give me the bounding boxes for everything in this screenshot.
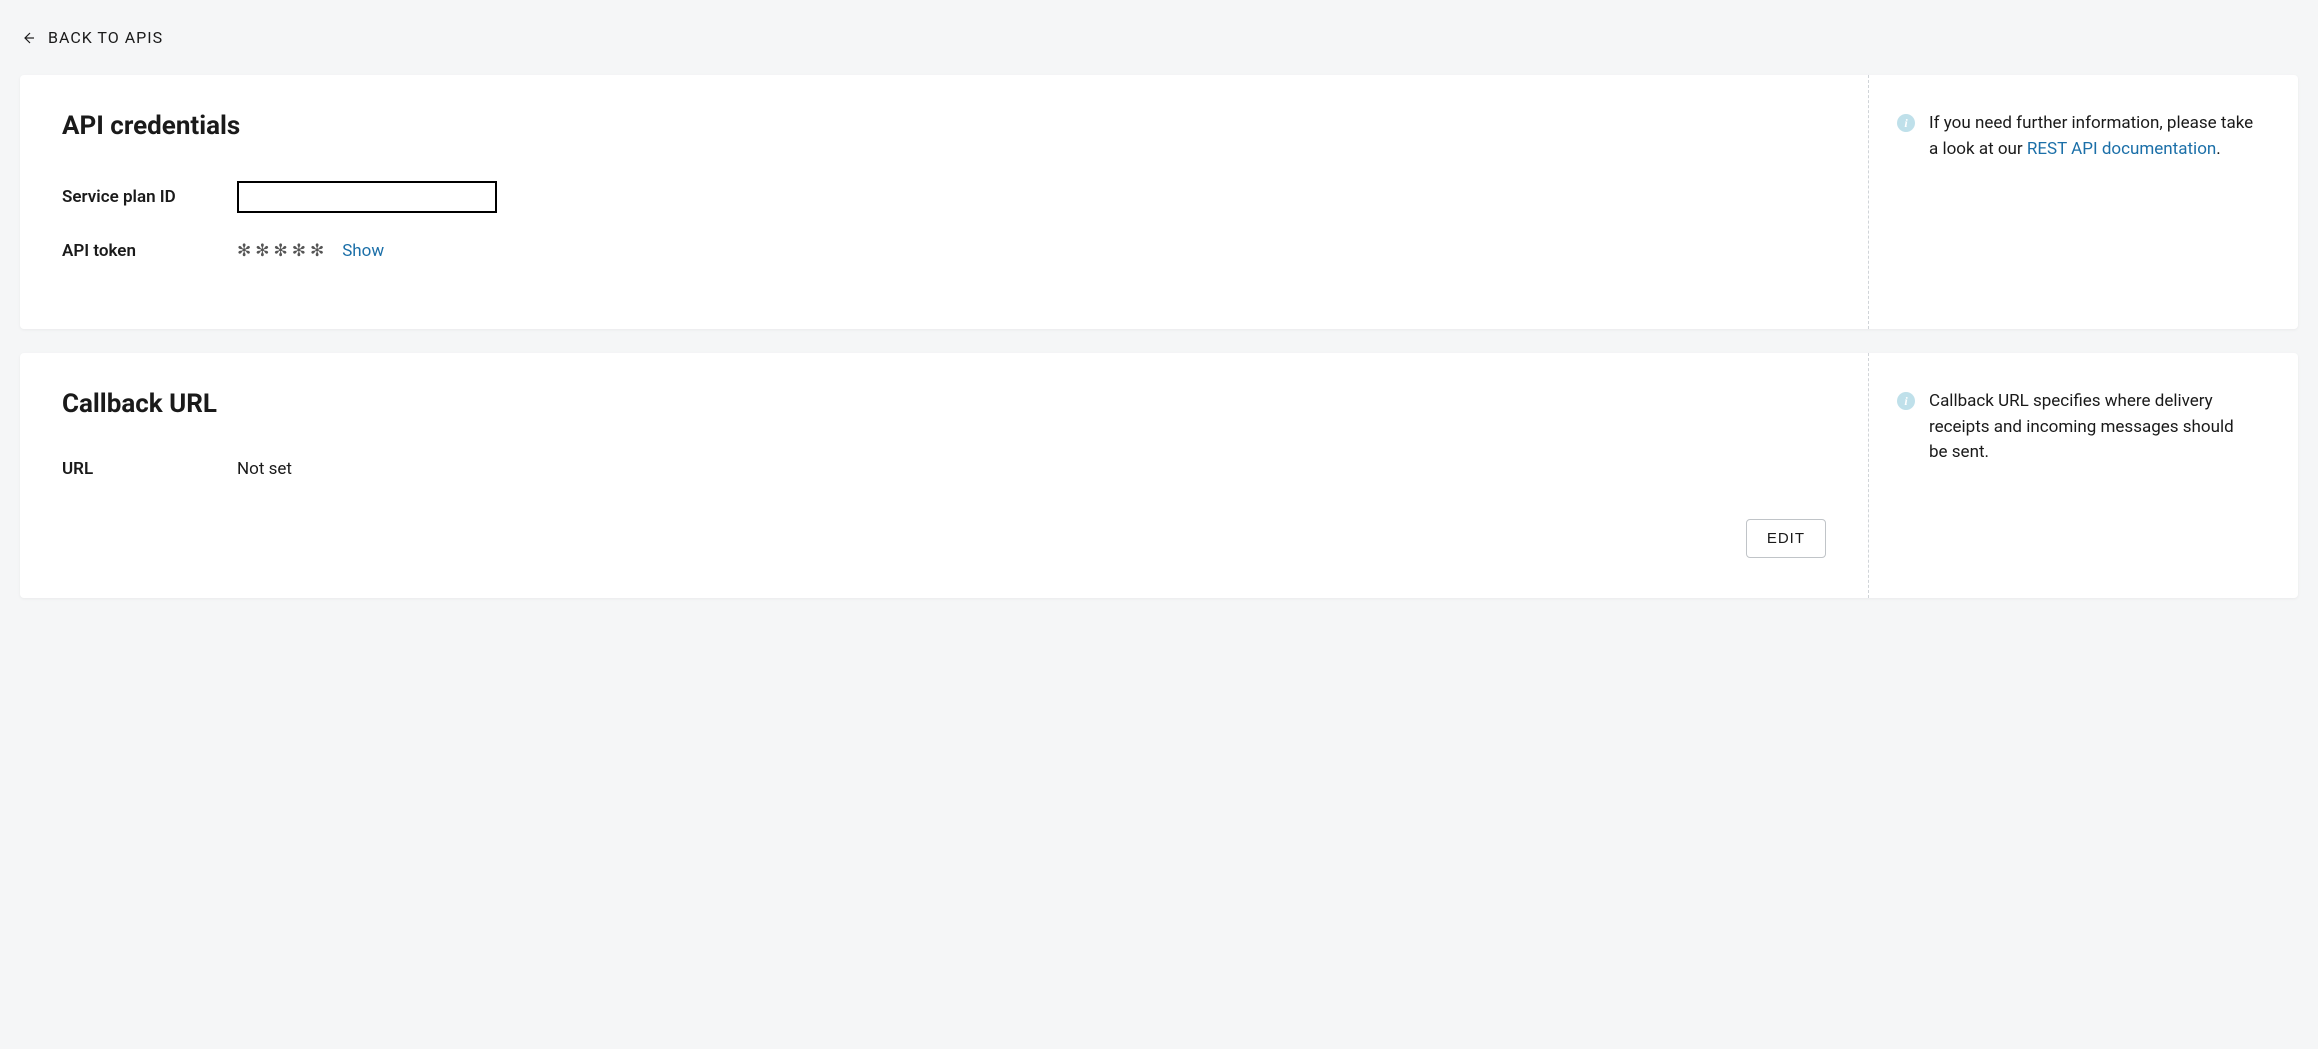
callback-url-info: i Callback URL specifies where delivery …	[1868, 353, 2298, 598]
api-credentials-title: API credentials	[62, 111, 1826, 141]
info-text-suffix: .	[2216, 139, 2220, 159]
callback-info-text: Callback URL specifies where delivery re…	[1929, 389, 2256, 466]
info-icon: i	[1897, 392, 1915, 410]
callback-url-value: Not set	[237, 459, 292, 479]
api-token-value: ✻✻✻✻✻ Show	[237, 241, 384, 261]
back-to-apis-link[interactable]: BACK TO APIS	[20, 20, 163, 55]
api-credentials-info: i If you need further information, pleas…	[1868, 75, 2298, 329]
callback-url-title: Callback URL	[62, 389, 1826, 419]
arrow-left-icon	[20, 30, 36, 46]
callback-url-row: URL Not set	[62, 459, 1826, 479]
api-credentials-card: API credentials Service plan ID API toke…	[20, 75, 2298, 329]
api-credentials-info-text: If you need further information, please …	[1929, 111, 2256, 162]
callback-url-card: Callback URL URL Not set EDIT i Callback…	[20, 353, 2298, 598]
edit-button[interactable]: EDIT	[1746, 519, 1826, 558]
service-plan-id-input[interactable]	[237, 181, 497, 213]
callback-url-label: URL	[62, 459, 237, 479]
callback-actions: EDIT	[62, 519, 1826, 558]
service-plan-label: Service plan ID	[62, 187, 237, 207]
back-link-label: BACK TO APIS	[48, 28, 163, 47]
api-token-label: API token	[62, 241, 237, 261]
service-plan-row: Service plan ID	[62, 181, 1826, 213]
show-token-link[interactable]: Show	[342, 241, 384, 261]
api-token-row: API token ✻✻✻✻✻ Show	[62, 241, 1826, 261]
rest-api-docs-link[interactable]: REST API documentation	[2027, 139, 2216, 159]
api-credentials-main: API credentials Service plan ID API toke…	[20, 75, 1868, 329]
api-token-masked: ✻✻✻✻✻	[237, 241, 328, 261]
info-icon: i	[1897, 114, 1915, 132]
callback-url-main: Callback URL URL Not set EDIT	[20, 353, 1868, 598]
